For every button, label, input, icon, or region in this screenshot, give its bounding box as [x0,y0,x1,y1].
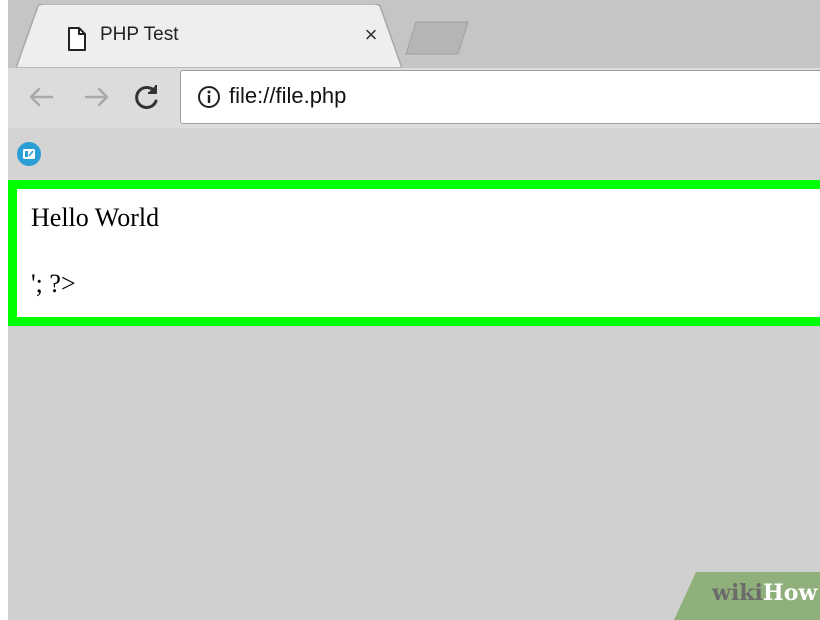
reload-icon[interactable] [132,82,162,112]
tab-title: PHP Test [100,24,179,45]
address-bar[interactable]: file://file.php [180,70,820,124]
page-content: Hello World '; ?> wikiHow [8,180,820,620]
arrow-left-icon[interactable] [26,82,56,112]
browser-window: PHP Test × file://file.php Hello World '… [8,0,820,620]
bookmarks-bar [8,128,820,180]
watermark-text: wikiHow [712,580,818,606]
close-icon[interactable]: × [358,20,384,50]
arrow-right-icon[interactable] [82,82,112,112]
new-tab-icon [405,21,469,55]
tab-strip: PHP Test × [8,0,820,68]
tab-php-test[interactable]: PHP Test × [16,4,402,68]
url-text: file://file.php [229,83,347,108]
info-icon[interactable] [197,85,221,109]
toolbar: file://file.php [8,68,820,128]
document-icon [66,26,88,52]
page-text-line: '; ?> [31,269,76,298]
page-text-line: Hello World [31,203,160,232]
highlight-box: Hello World '; ?> [8,180,820,326]
wikihow-watermark: wikiHow [674,572,820,620]
bookmark-app-icon[interactable] [16,141,42,167]
new-tab-button[interactable] [402,18,474,58]
